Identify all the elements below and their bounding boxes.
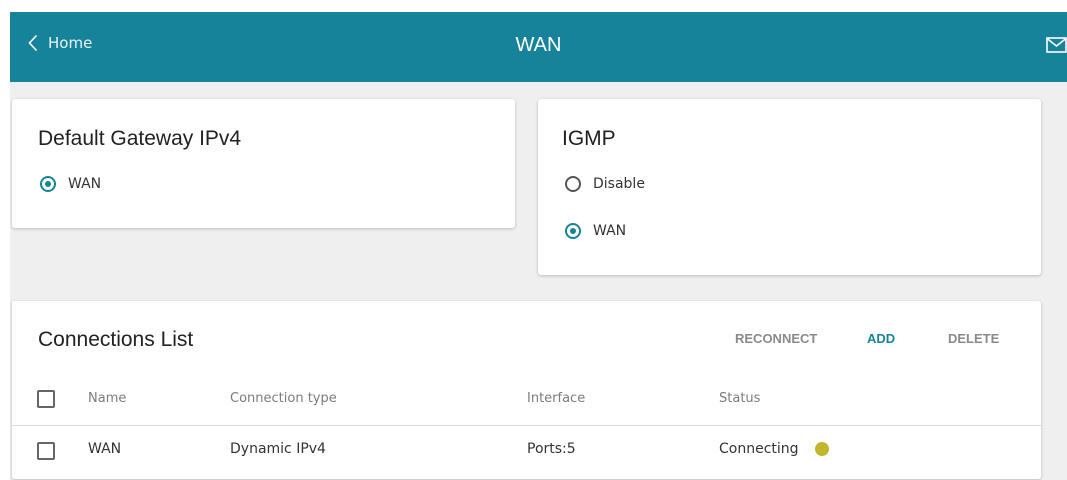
cell-name: WAN [88, 441, 122, 457]
status-indicator-icon [815, 442, 829, 456]
header-bar: Home WAN [10, 12, 1067, 82]
cell-connection-type: Dynamic IPv4 [230, 441, 326, 457]
default-gateway-title: Default Gateway IPv4 [38, 127, 242, 150]
connections-title: Connections List [38, 328, 194, 351]
igmp-option-label: Disable [593, 176, 645, 192]
column-header-connection-type: Connection type [230, 391, 337, 406]
column-header-name: Name [88, 391, 127, 406]
radio-checked-icon [40, 176, 56, 192]
radio-unchecked-icon [565, 176, 581, 192]
page-title: WAN [515, 34, 562, 56]
igmp-option-wan[interactable]: WAN [565, 223, 626, 239]
connections-card: Connections List RECONNECT ADD DELETE Na… [12, 301, 1041, 479]
column-header-status: Status [719, 391, 761, 406]
reconnect-button[interactable]: RECONNECT [735, 331, 817, 346]
igmp-option-disable[interactable]: Disable [565, 176, 645, 192]
add-button[interactable]: ADD [867, 331, 895, 346]
cell-status: Connecting [719, 441, 799, 457]
column-header-interface: Interface [527, 391, 586, 406]
page: Home WAN Default Gateway IPv4 WAN IGMP D… [10, 12, 1067, 480]
gateway-option-label: WAN [68, 176, 102, 192]
delete-button[interactable]: DELETE [948, 331, 999, 346]
table-row[interactable]: WAN Dynamic IPv4 Ports:5 Connecting [12, 426, 1041, 478]
cell-interface: Ports:5 [527, 441, 576, 457]
igmp-card: IGMP Disable WAN [538, 99, 1041, 275]
mail-icon[interactable] [1046, 37, 1067, 57]
select-all-checkbox[interactable] [37, 390, 55, 408]
igmp-option-label: WAN [593, 223, 627, 239]
radio-checked-icon [565, 223, 581, 239]
igmp-title: IGMP [562, 127, 616, 150]
row-checkbox[interactable] [37, 442, 55, 460]
gateway-option-wan[interactable]: WAN [40, 176, 101, 192]
default-gateway-card: Default Gateway IPv4 WAN [12, 99, 515, 228]
